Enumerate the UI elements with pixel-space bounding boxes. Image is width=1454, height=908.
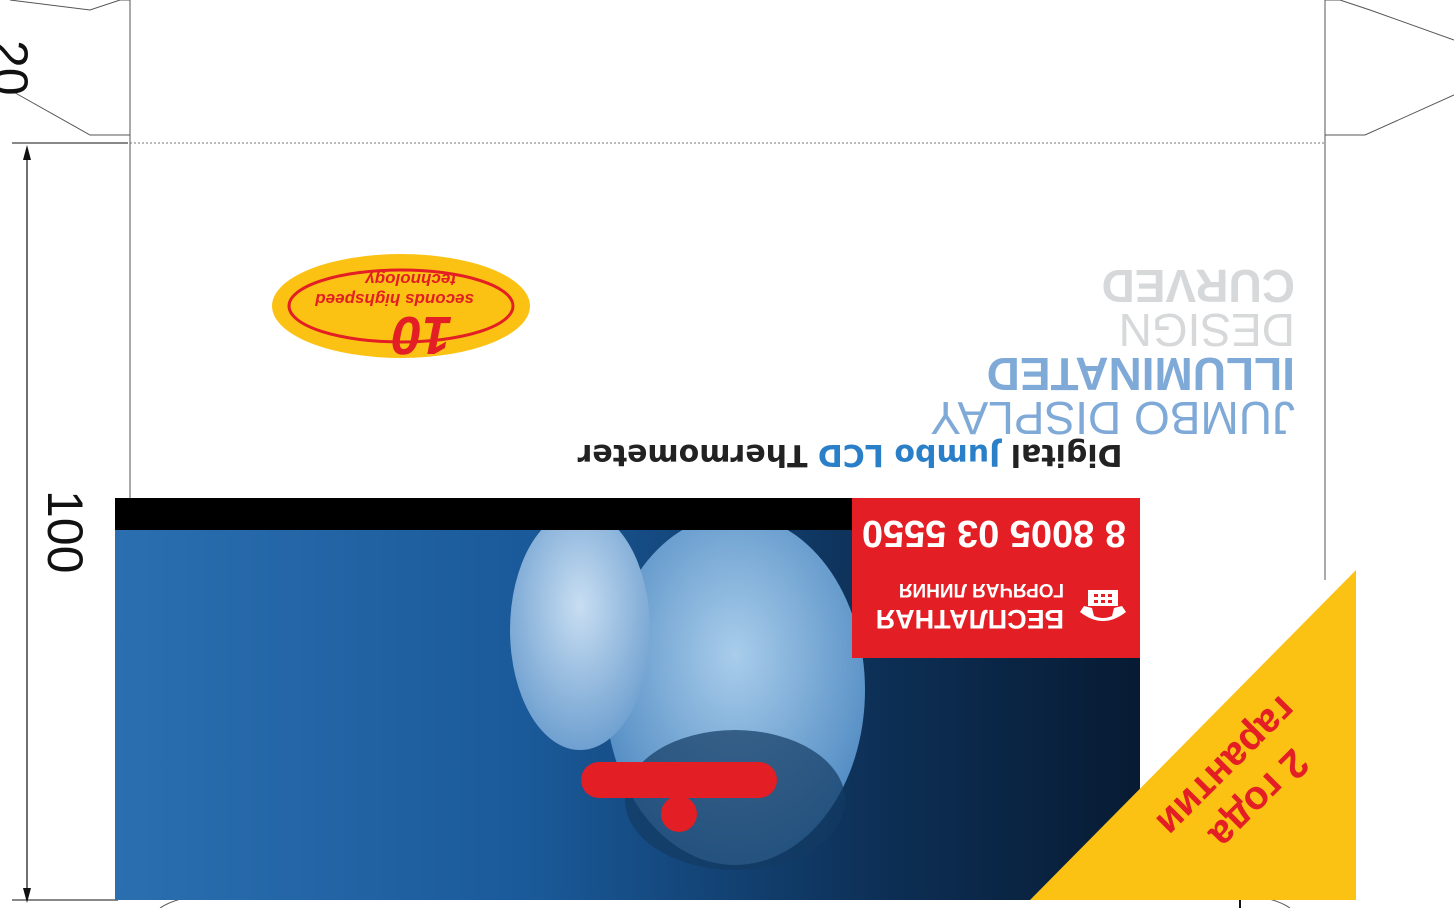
tagline-part1: Digital (1000, 437, 1123, 472)
feature-curved: CURVED (1101, 260, 1295, 312)
tagline-part3: Thermometer (577, 437, 818, 472)
speed-logo: 10 seconds highspeed technology (270, 252, 532, 365)
tagline-part2: Jumbo LCD (817, 437, 1001, 472)
logo-number: 10 (391, 305, 452, 365)
hotline-phone-number: 8 8005 03 5550 (861, 512, 1126, 554)
product-tagline: Digital Jumbo LCD Thermometer (555, 432, 1145, 472)
logo-text-line1: seconds highspeed (315, 290, 474, 309)
feature-illuminated: ILLUMINATED (986, 348, 1295, 400)
logo-text-line2: technology (365, 270, 456, 289)
feature-block: JUMBO DISPLAY ILLUMINATED DESIGN CURVED (920, 250, 1295, 444)
dimension-height-label: 100 (37, 490, 93, 574)
red-thermometer-icon (581, 762, 777, 832)
dimension-tab-label: 20 (0, 40, 38, 96)
feature-design: DESIGN (1118, 304, 1295, 356)
